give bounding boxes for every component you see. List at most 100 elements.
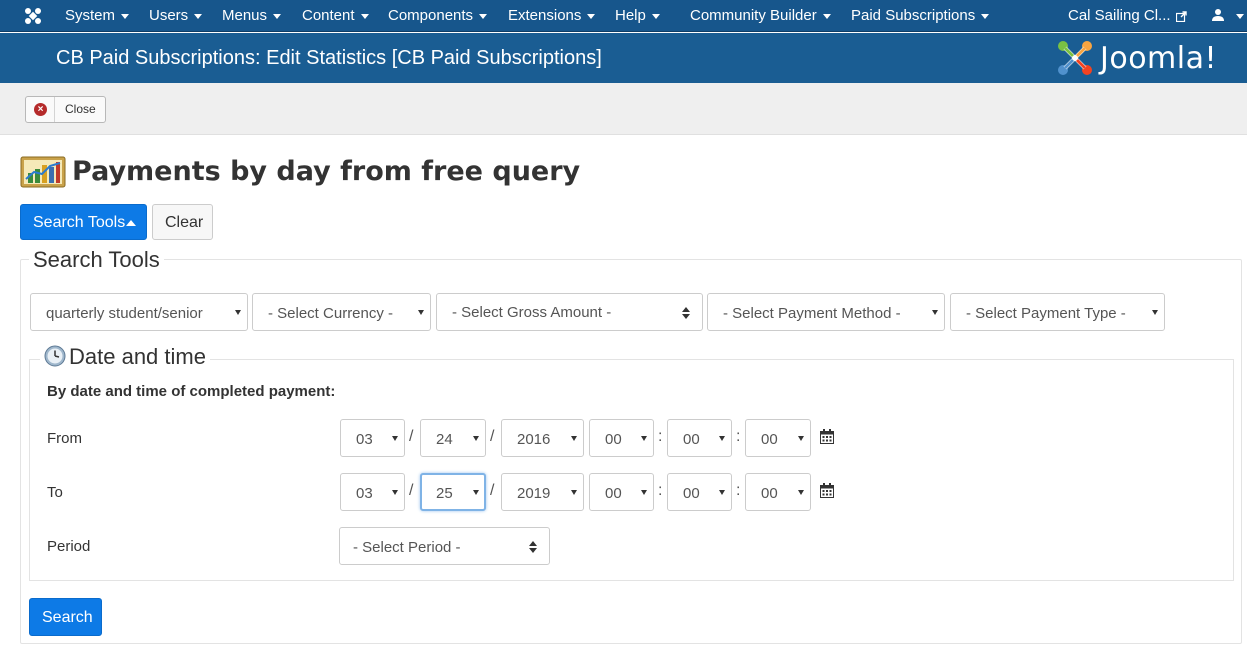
caret-up-icon	[126, 220, 136, 226]
caret-down-icon	[479, 13, 488, 19]
period-select-value: - Select Period -	[353, 539, 461, 556]
caret-down-icon	[360, 13, 369, 19]
menu-help[interactable]: Help	[615, 7, 660, 24]
joomla-logo-icon	[1058, 41, 1092, 75]
from-month-value: 03	[356, 431, 373, 448]
caret-down-icon	[273, 13, 282, 19]
search-button[interactable]: Search	[29, 598, 102, 636]
to-month-select[interactable]: 03	[340, 473, 405, 511]
caret-down-icon	[587, 13, 596, 19]
search-tools-button[interactable]: Search Tools	[20, 204, 147, 240]
calendar-icon[interactable]	[820, 483, 834, 498]
from-minute-value: 00	[683, 431, 700, 448]
to-minute-select[interactable]: 00	[667, 473, 732, 511]
from-second-select[interactable]: 00	[745, 419, 811, 457]
dropdown-arrow-icon	[719, 490, 725, 495]
date-separator: /	[490, 428, 495, 445]
gross-amount-select[interactable]: - Select Gross Amount -	[436, 293, 703, 331]
currency-select[interactable]: - Select Currency -	[252, 293, 431, 331]
time-separator: :	[736, 428, 741, 445]
menu-extensions-label: Extensions	[508, 7, 582, 24]
menu-system[interactable]: System	[65, 7, 130, 24]
dropdown-arrow-icon	[641, 490, 647, 495]
from-year-value: 2016	[517, 431, 551, 448]
to-label: To	[47, 484, 63, 501]
time-separator: :	[736, 482, 741, 499]
updown-arrow-icon	[682, 307, 690, 319]
menu-paid-subscriptions-label: Paid Subscriptions	[851, 7, 976, 24]
menu-system-label: System	[65, 7, 116, 24]
calendar-icon[interactable]	[820, 429, 834, 444]
dropdown-arrow-icon	[798, 490, 804, 495]
to-hour-value: 00	[605, 485, 622, 502]
period-select[interactable]: - Select Period -	[339, 527, 550, 565]
from-second-value: 00	[761, 431, 778, 448]
caret-down-icon	[194, 13, 203, 19]
from-hour-select[interactable]: 00	[589, 419, 654, 457]
menu-users-label: Users	[149, 7, 189, 24]
payment-type-select-value: - Select Payment Type -	[966, 305, 1126, 322]
site-link[interactable]: Cal Sailing Cl...	[1068, 7, 1187, 24]
time-separator: :	[658, 482, 663, 499]
user-icon[interactable]	[1212, 8, 1224, 22]
date-separator: /	[409, 428, 414, 445]
close-button-label: Close	[65, 102, 96, 116]
clear-button[interactable]: Clear	[152, 204, 213, 240]
dropdown-arrow-icon	[392, 490, 398, 495]
menu-components-label: Components	[388, 7, 474, 24]
menu-menus[interactable]: Menus	[222, 7, 282, 24]
from-day-select[interactable]: 24	[420, 419, 486, 457]
menu-extensions[interactable]: Extensions	[508, 7, 596, 24]
dropdown-arrow-icon	[719, 436, 725, 441]
payment-method-select[interactable]: - Select Payment Method -	[707, 293, 945, 331]
dropdown-arrow-icon	[932, 310, 938, 315]
search-tools-button-label: Search Tools	[33, 214, 126, 231]
menu-content[interactable]: Content	[302, 7, 369, 24]
from-hour-value: 00	[605, 431, 622, 448]
chart-icon	[20, 156, 66, 188]
dropdown-arrow-icon	[571, 490, 577, 495]
to-second-select[interactable]: 00	[745, 473, 811, 511]
top-navbar: System Users Menus Content Components Ex…	[0, 0, 1247, 32]
to-second-value: 00	[761, 485, 778, 502]
caret-down-icon	[822, 13, 831, 19]
dropdown-arrow-icon	[418, 310, 424, 315]
caret-down-icon	[981, 13, 990, 19]
payment-method-select-value: - Select Payment Method -	[723, 305, 901, 322]
date-time-legend: Date and time	[40, 344, 210, 370]
menu-paid-subscriptions[interactable]: Paid Subscriptions	[851, 7, 990, 24]
clock-icon	[44, 345, 66, 367]
page-header: CB Paid Subscriptions: Edit Statistics […	[0, 33, 1247, 83]
search-button-label: Search	[42, 609, 93, 626]
currency-select-value: - Select Currency -	[268, 305, 394, 322]
caret-down-icon[interactable]	[1236, 14, 1244, 19]
to-year-select[interactable]: 2019	[501, 473, 584, 511]
payment-type-select[interactable]: - Select Payment Type -	[950, 293, 1165, 331]
to-day-value: 25	[436, 485, 453, 502]
clear-button-label: Clear	[165, 214, 204, 231]
caret-down-icon	[121, 13, 130, 19]
caret-down-icon	[651, 13, 660, 19]
from-year-select[interactable]: 2016	[501, 419, 584, 457]
date-time-legend-label: Date and time	[69, 344, 206, 369]
menu-users[interactable]: Users	[149, 7, 203, 24]
gross-amount-select-value: - Select Gross Amount -	[452, 304, 612, 321]
from-minute-select[interactable]: 00	[667, 419, 732, 457]
dropdown-arrow-icon	[473, 436, 479, 441]
menu-components[interactable]: Components	[388, 7, 488, 24]
plan-select[interactable]: quarterly student/senior	[30, 293, 248, 331]
date-separator: /	[409, 482, 414, 499]
menu-help-label: Help	[615, 7, 646, 24]
time-separator: :	[658, 428, 663, 445]
to-hour-select[interactable]: 00	[589, 473, 654, 511]
joomla-icon[interactable]	[24, 7, 42, 25]
site-link-label: Cal Sailing Cl...	[1068, 7, 1171, 24]
date-time-subheading: By date and time of completed payment:	[47, 383, 336, 400]
close-button[interactable]: × Close	[25, 96, 106, 123]
from-day-value: 24	[436, 431, 453, 448]
from-month-select[interactable]: 03	[340, 419, 405, 457]
to-day-select[interactable]: 25	[420, 473, 486, 511]
close-icon: ×	[34, 103, 47, 116]
menu-community-builder[interactable]: Community Builder	[690, 7, 831, 24]
menu-menus-label: Menus	[222, 7, 268, 24]
